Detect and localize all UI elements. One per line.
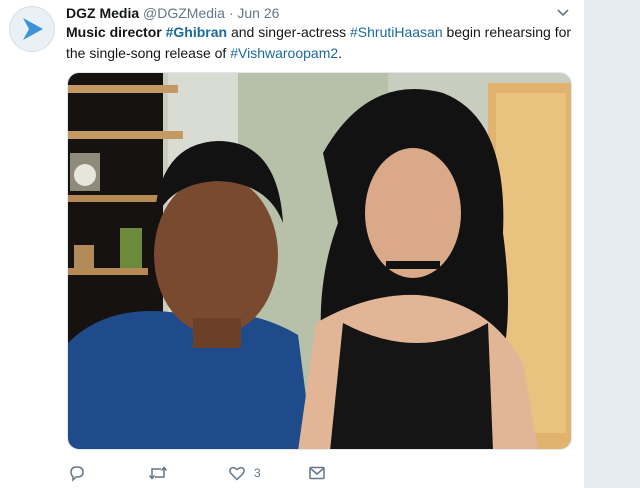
author-name[interactable]: DGZ Media	[66, 5, 139, 21]
retweet-icon	[148, 466, 168, 480]
tweet-actions: 3	[66, 460, 572, 486]
heart-icon	[229, 466, 245, 481]
chevron-down-icon[interactable]	[556, 6, 570, 20]
retweet-button[interactable]	[148, 460, 168, 486]
direct-message-button[interactable]	[308, 460, 326, 486]
separator-dot: ·	[228, 5, 234, 21]
hashtag-vishwaroopam2[interactable]: #Vishwaroopam2	[230, 45, 338, 61]
text-part-1: Music director	[66, 24, 162, 40]
photo-image	[68, 73, 571, 449]
hashtag-ghibran[interactable]: #Ghibran	[166, 24, 227, 40]
envelope-icon	[309, 466, 325, 480]
reply-icon	[70, 466, 84, 482]
author-handle[interactable]: @DGZMedia	[143, 5, 225, 21]
like-count: 3	[254, 466, 261, 480]
like-button[interactable]: 3	[228, 460, 261, 486]
tweet-header: DGZ Media @DGZMedia · Jun 26	[66, 4, 570, 22]
tweet-card: DGZ Media @DGZMedia · Jun 26 Music direc…	[0, 0, 584, 488]
text-part-3: and singer-actress	[230, 24, 347, 40]
text-part-7: .	[338, 45, 343, 61]
reply-button[interactable]	[68, 460, 86, 486]
tweet-date[interactable]: Jun 26	[237, 5, 279, 21]
tweet-photo[interactable]	[67, 72, 572, 450]
play-logo-icon	[23, 18, 43, 40]
tweet-text: Music director #Ghibran and singer-actre…	[66, 22, 572, 64]
hashtag-shrutihaasan[interactable]: #ShrutiHaasan	[350, 24, 443, 40]
avatar[interactable]	[9, 6, 55, 52]
